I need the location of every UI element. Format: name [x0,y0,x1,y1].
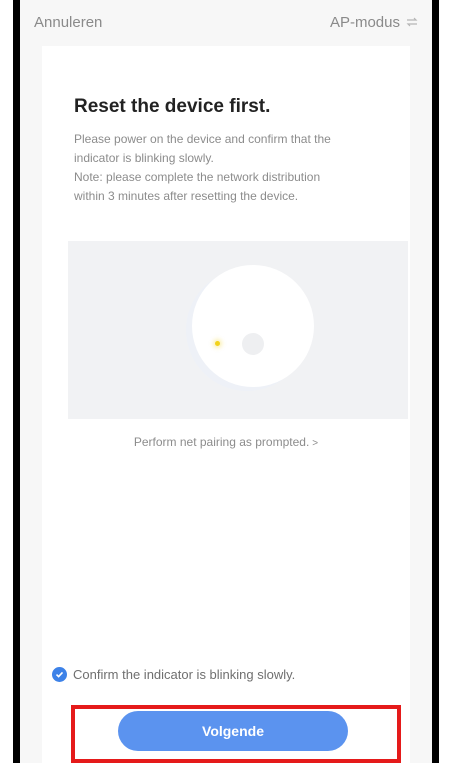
check-circle-icon [52,667,67,682]
net-pairing-link-label: Perform net pairing as prompted. [133,435,310,449]
description-line: Note: please complete the network distri… [74,170,321,184]
next-button[interactable]: Volgende [118,711,348,751]
description-line: indicator is blinking slowly. [74,151,214,165]
confirm-indicator-checkbox[interactable]: Confirm the indicator is blinking slowly… [52,667,295,682]
confirm-indicator-label: Confirm the indicator is blinking slowly… [73,667,296,682]
phone-frame: Annuleren AP-modus Reset the device firs… [13,0,439,763]
cancel-button[interactable]: Annuleren [34,14,102,31]
ap-mode-label: AP-modus [329,13,400,31]
top-bar: Annuleren AP-modus [20,0,432,44]
description-line: Please power on the device and confirm t… [74,132,331,146]
card-description: Please power on the device and confirm t… [74,130,392,206]
device-image [192,265,314,387]
switch-arrows-icon [406,17,418,27]
card-title: Reset the device first. [74,96,271,117]
ap-mode-switch[interactable]: AP-modus [330,14,418,31]
device-illustration [68,241,408,419]
chevron-right-icon: > [312,438,319,449]
reset-instructions-card: Reset the device first. Please power on … [42,46,410,763]
blinking-indicator-icon [215,341,220,346]
reset-button-graphic [242,333,264,355]
net-pairing-link[interactable]: Perform net pairing as prompted. > [42,435,410,449]
description-line: within 3 minutes after resetting the dev… [74,189,299,203]
